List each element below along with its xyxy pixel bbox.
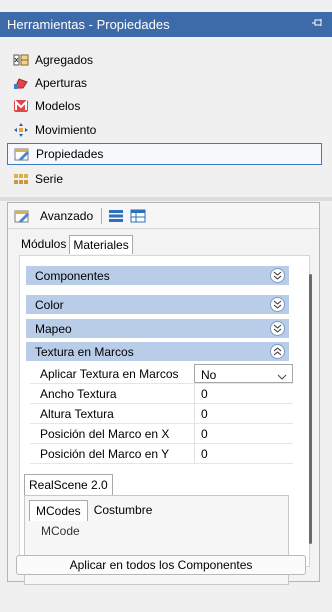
nav-label: Serie: [35, 172, 64, 186]
property-name: Aplicar Textura en Marcos: [40, 367, 179, 381]
property-name: Ancho Textura: [40, 387, 117, 401]
ancho-textura-field[interactable]: 0: [194, 384, 293, 403]
property-name: Posición del Marco en X: [40, 427, 170, 441]
dropdown-value: No: [201, 368, 217, 382]
nav-item-agregados[interactable]: Agregados: [7, 49, 322, 71]
main-tabs: Módulos Materiales: [18, 235, 133, 255]
chevron-up-icon[interactable]: [270, 344, 285, 359]
toolbar-separator: [101, 207, 103, 224]
nav-label: Modelos: [35, 99, 81, 113]
property-row: Posición del Marco en X 0: [30, 424, 293, 444]
nav-label: Agregados: [35, 53, 94, 67]
categorized-view-icon[interactable]: [108, 209, 124, 223]
materials-content: Componentes Color Mapeo Textura en Marco…: [19, 255, 312, 585]
advanced-icon[interactable]: [14, 209, 30, 223]
window-titlebar: Herramientas - Propiedades: [0, 12, 332, 37]
pin-icon[interactable]: [312, 17, 324, 31]
mcode-label: MCode: [41, 524, 80, 538]
models-icon: [12, 98, 30, 114]
chevron-down-icon[interactable]: [270, 321, 285, 336]
section-title: Componentes: [35, 268, 110, 283]
properties-icon: [13, 146, 31, 162]
move-icon: [12, 122, 30, 138]
panel-toolbar: Avanzado: [8, 203, 319, 229]
chevron-down-icon: [277, 369, 287, 383]
aggregates-icon: [12, 52, 30, 68]
tab-costumbre[interactable]: Costumbre: [88, 500, 159, 521]
section-title: Mapeo: [35, 321, 72, 336]
chevron-down-icon[interactable]: [270, 297, 285, 312]
section-textura-en-marcos[interactable]: Textura en Marcos: [26, 342, 289, 361]
advanced-label[interactable]: Avanzado: [40, 209, 93, 223]
section-title: Color: [35, 297, 64, 312]
tab-materiales[interactable]: Materiales: [69, 235, 133, 254]
nav-label: Propiedades: [36, 147, 104, 161]
property-row: Ancho Textura 0: [30, 384, 293, 404]
nav-item-aperturas[interactable]: Aperturas: [7, 72, 322, 94]
property-name: Posición del Marco en Y: [40, 447, 170, 461]
realscene-tabs: RealScene 2.0: [24, 474, 113, 495]
nav-label: Movimiento: [35, 123, 97, 137]
nav-item-movimiento[interactable]: Movimiento: [7, 119, 322, 141]
apply-all-components-button[interactable]: Aplicar en todos los Componentes: [16, 555, 306, 575]
altura-textura-field[interactable]: 0: [194, 404, 293, 423]
property-name: Altura Textura: [40, 407, 114, 421]
section-mapeo[interactable]: Mapeo: [26, 319, 289, 338]
window-title: Herramientas - Propiedades: [7, 17, 170, 32]
vertical-scrollbar[interactable]: [309, 274, 312, 544]
chevron-down-icon[interactable]: [270, 268, 285, 283]
nav-item-modelos[interactable]: Modelos: [7, 95, 322, 117]
tab-modulos[interactable]: Módulos: [18, 235, 69, 254]
mcodes-tabs: MCodes Costumbre: [29, 500, 158, 521]
posicion-y-field[interactable]: 0: [194, 444, 293, 463]
property-row: Altura Textura 0: [30, 404, 293, 424]
property-row: Posición del Marco en Y 0: [30, 444, 293, 464]
series-icon: [12, 171, 30, 187]
properties-panel: Avanzado Módulos Materiales Componentes …: [7, 202, 320, 585]
table-view-icon[interactable]: [130, 209, 146, 223]
tool-list: Agregados Aperturas Modelos Movimiento P…: [0, 37, 332, 197]
splitter[interactable]: [0, 197, 332, 201]
section-color[interactable]: Color: [26, 295, 289, 314]
section-title: Textura en Marcos: [35, 344, 134, 359]
posicion-x-field[interactable]: 0: [194, 424, 293, 443]
tab-realscene[interactable]: RealScene 2.0: [24, 474, 113, 495]
nav-item-propiedades[interactable]: Propiedades: [7, 143, 322, 165]
openings-icon: [12, 75, 30, 91]
property-row: Aplicar Textura en Marcos No: [30, 364, 293, 384]
aplicar-textura-dropdown[interactable]: No: [194, 364, 293, 383]
nav-label: Aperturas: [35, 76, 88, 90]
tab-mcodes[interactable]: MCodes: [29, 500, 88, 521]
nav-item-serie[interactable]: Serie: [7, 168, 322, 190]
section-componentes[interactable]: Componentes: [26, 266, 289, 285]
